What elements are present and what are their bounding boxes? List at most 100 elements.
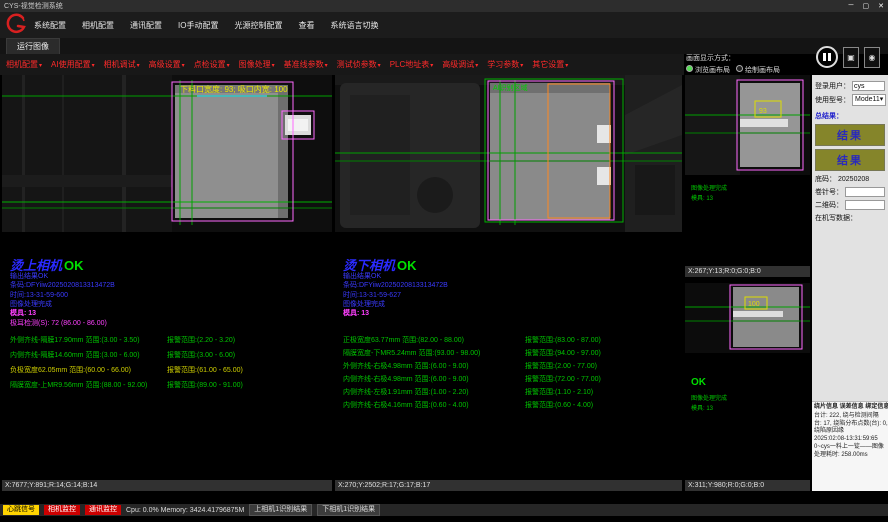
lower-mold-number: 模具: 13 <box>343 308 369 318</box>
tool-image-processing[interactable]: 图像处理▾ <box>239 59 275 70</box>
needle-number-label: 卷针号： <box>815 187 843 197</box>
tool-icon: ◉ <box>869 53 876 62</box>
lower-barcode: 条码:DFYiiw2025020813313472B <box>343 280 448 290</box>
heartbeat-status-badge: 心跳信号 <box>3 505 39 515</box>
close-button[interactable]: ✕ <box>878 2 884 10</box>
ai-region-label: AI识别区域 <box>493 83 528 92</box>
tool-learning-params[interactable]: 学习参数▾ <box>487 59 523 70</box>
chevron-down-icon: ▾ <box>182 63 185 69</box>
aux-bottom-line2: 模具: 13 <box>691 403 713 412</box>
window-controls: ─ ▢ ✕ <box>849 2 884 10</box>
tab-run-image[interactable]: 运行图像 <box>6 38 60 54</box>
chevron-down-icon: ▾ <box>520 63 523 69</box>
aux-camera-view-bottom: 100 OK 图像处理完成 模具: 13 X:311;Y:980;R:0;G:0… <box>685 279 810 491</box>
tool-camera-debug[interactable]: 相机调试▾ <box>104 59 140 70</box>
model-select[interactable]: Mode11 ▾ <box>852 94 886 106</box>
menu-light-control[interactable]: 光源控制配置 <box>234 20 282 31</box>
tool-plc-address[interactable]: PLC地址表▾ <box>390 59 434 70</box>
chevron-down-icon: ▾ <box>39 63 42 69</box>
stat-line: 0~cys一料上一锭——图像 <box>814 444 886 452</box>
aux-bottom-canvas[interactable]: 100 <box>685 283 810 353</box>
stat-line: 2025:02:08-13:31:59:65 <box>814 436 886 444</box>
menu-language-switch[interactable]: 系统语言切换 <box>330 20 378 31</box>
tool-other-settings[interactable]: 其它设置▾ <box>532 59 568 70</box>
upper-measurement-list: 外侧齐线-隔膜17.90mm 范围:(3.00 - 3.50)报警范围:(2.2… <box>10 335 330 395</box>
status-ok: OK <box>397 258 417 273</box>
measurement-row: 外侧齐线-右极4.98mm 范围:(6.00 - 9.00)报警范围:(2.00… <box>343 361 680 374</box>
upper-overlay-label: 下料口宽度: 93; 吸口内宽: 100 <box>180 84 288 94</box>
needle-number-field[interactable] <box>845 187 885 197</box>
aux-bottom-line1: 图像处理完成 <box>691 393 727 402</box>
measurement-row: 内侧齐线-右极4.16mm 范围:(0.60 - 4.00)报警范围:(0.60… <box>343 400 680 413</box>
login-user-label: 登录用户： <box>815 81 850 91</box>
chevron-down-icon: ▾ <box>430 63 433 69</box>
statistics-tabs[interactable]: 绕片信息 误差信息 绑定信息 <box>814 404 886 412</box>
camera-monitor-badge: 相机监控 <box>44 505 80 515</box>
upper-camera-result-badge[interactable]: 上相机1识别结果 <box>249 504 312 516</box>
menubar: 系统配置 相机配置 通讯配置 IO手动配置 光源控制配置 查看 系统语言切换 <box>0 12 888 38</box>
chevron-down-icon: ▾ <box>92 63 95 69</box>
pause-button[interactable] <box>816 46 838 68</box>
chevron-down-icon: ▾ <box>880 95 884 105</box>
window-title: CYS-视觉检测系统 <box>4 1 63 11</box>
measurement-row: 内侧齐线-左极1.91mm 范围:(1.00 - 2.20)报警范围:(1.10… <box>343 387 680 400</box>
aux-top-line2: 模具: 13 <box>691 193 713 202</box>
info-sidebar: 登录用户： 使用型号： Mode11 ▾ 总结果： 结果 结果 底码： 2025… <box>812 75 888 491</box>
menu-io-manual[interactable]: IO手动配置 <box>178 20 218 31</box>
tool-baseline-params[interactable]: 基准线参数▾ <box>284 59 328 70</box>
aux-top-line1: 图像处理完成 <box>691 183 727 192</box>
chevron-down-icon: ▾ <box>325 63 328 69</box>
chevron-down-icon: ▾ <box>475 63 478 69</box>
aux-bottom-pixel-coordinates: X:311;Y:980;R:0;G:0;B:0 <box>685 480 810 491</box>
tool-spot-check[interactable]: 点检设置▾ <box>194 59 230 70</box>
measurement-row: 内侧齐线-右极4.98mm 范围:(6.00 - 9.00)报警范围:(72.0… <box>343 374 680 387</box>
lower-camera-canvas[interactable]: AI识别区域 <box>335 75 682 232</box>
stat-line: 处理耗时: 258.00ms <box>814 452 886 460</box>
result-indicator-2: 结果 <box>815 149 885 171</box>
aux-bottom-tag: 100 <box>748 301 760 308</box>
chevron-down-icon: ▾ <box>227 63 230 69</box>
qr-code-field[interactable] <box>845 200 885 210</box>
tool-ai-config[interactable]: AI使用配置▾ <box>51 59 95 70</box>
menu-system-config[interactable]: 系统配置 <box>34 20 66 31</box>
display-mode-group: 画面显示方式： 浏览画布局 绘制画布局 <box>686 54 812 76</box>
maximize-button[interactable]: ▢ <box>863 2 870 10</box>
snapshot-button[interactable]: ▣ <box>843 47 859 68</box>
menu-camera-config[interactable]: 相机配置 <box>82 20 114 31</box>
comm-monitor-badge: 通讯监控 <box>85 505 121 515</box>
tab-strip: 运行图像 <box>0 38 888 54</box>
titlebar: CYS-视觉检测系统 ─ ▢ ✕ <box>0 0 888 12</box>
cpu-memory-readout: Cpu: 0.0% Memory: 3424.41796875M <box>126 507 244 514</box>
machine-write-label: 在机写数据： <box>815 213 857 223</box>
upper-tab-check: 极耳检测(S): 72 (86.00 - 86.00) <box>10 318 107 328</box>
lower-camera-view: AI识别区域 烫下相机OK 输出结果OK 条码:DFYiiw2025020813… <box>335 75 682 491</box>
aux-camera-view-top: 93 图像处理完成 模具: 13 X:267;Y:13;R:0;G:0;B:0 <box>685 75 810 277</box>
app-logo-icon <box>4 13 28 37</box>
menu-items: 系统配置 相机配置 通讯配置 IO手动配置 光源控制配置 查看 系统语言切换 <box>34 12 378 38</box>
snapshot-icon: ▣ <box>847 53 855 62</box>
chevron-down-icon: ▾ <box>378 63 381 69</box>
result-indicator-1: 结果 <box>815 124 885 146</box>
chevron-down-icon: ▾ <box>137 63 140 69</box>
lower-camera-result-badge[interactable]: 下相机1识别结果 <box>317 504 380 516</box>
aux-top-canvas[interactable]: 93 <box>685 75 810 175</box>
batch-code-value: 20250208 <box>838 176 869 183</box>
stat-line: 台计: 222, 绕与检测间隔 <box>814 413 886 421</box>
upper-camera-canvas[interactable]: 下料口宽度: 93; 吸口内宽: 100 <box>2 75 332 232</box>
aux-top-pixel-coordinates: X:267;Y:13;R:0;G:0;B:0 <box>685 266 810 277</box>
model-label: 使用型号： <box>815 95 850 105</box>
login-user-field[interactable] <box>852 81 885 91</box>
batch-code-label: 底码： <box>815 174 836 184</box>
tool-test-params[interactable]: 测试侦参数▾ <box>337 59 381 70</box>
tool-advanced-debug[interactable]: 高级调试▾ <box>442 59 478 70</box>
upper-camera-view: 下料口宽度: 93; 吸口内宽: 100 烫上相机OK 输出结果OK 条码:DF… <box>2 75 332 491</box>
tool-advanced-settings[interactable]: 高级设置▾ <box>149 59 185 70</box>
chevron-down-icon: ▾ <box>565 63 568 69</box>
aux-top-tag: 93 <box>759 108 767 115</box>
menu-view[interactable]: 查看 <box>298 20 314 31</box>
status-ok: OK <box>64 258 84 273</box>
tool-camera-config[interactable]: 相机配置▾ <box>6 59 42 70</box>
tool-button[interactable]: ◉ <box>864 47 880 68</box>
menu-comm-config[interactable]: 通讯配置 <box>130 20 162 31</box>
minimize-button[interactable]: ─ <box>849 2 854 10</box>
